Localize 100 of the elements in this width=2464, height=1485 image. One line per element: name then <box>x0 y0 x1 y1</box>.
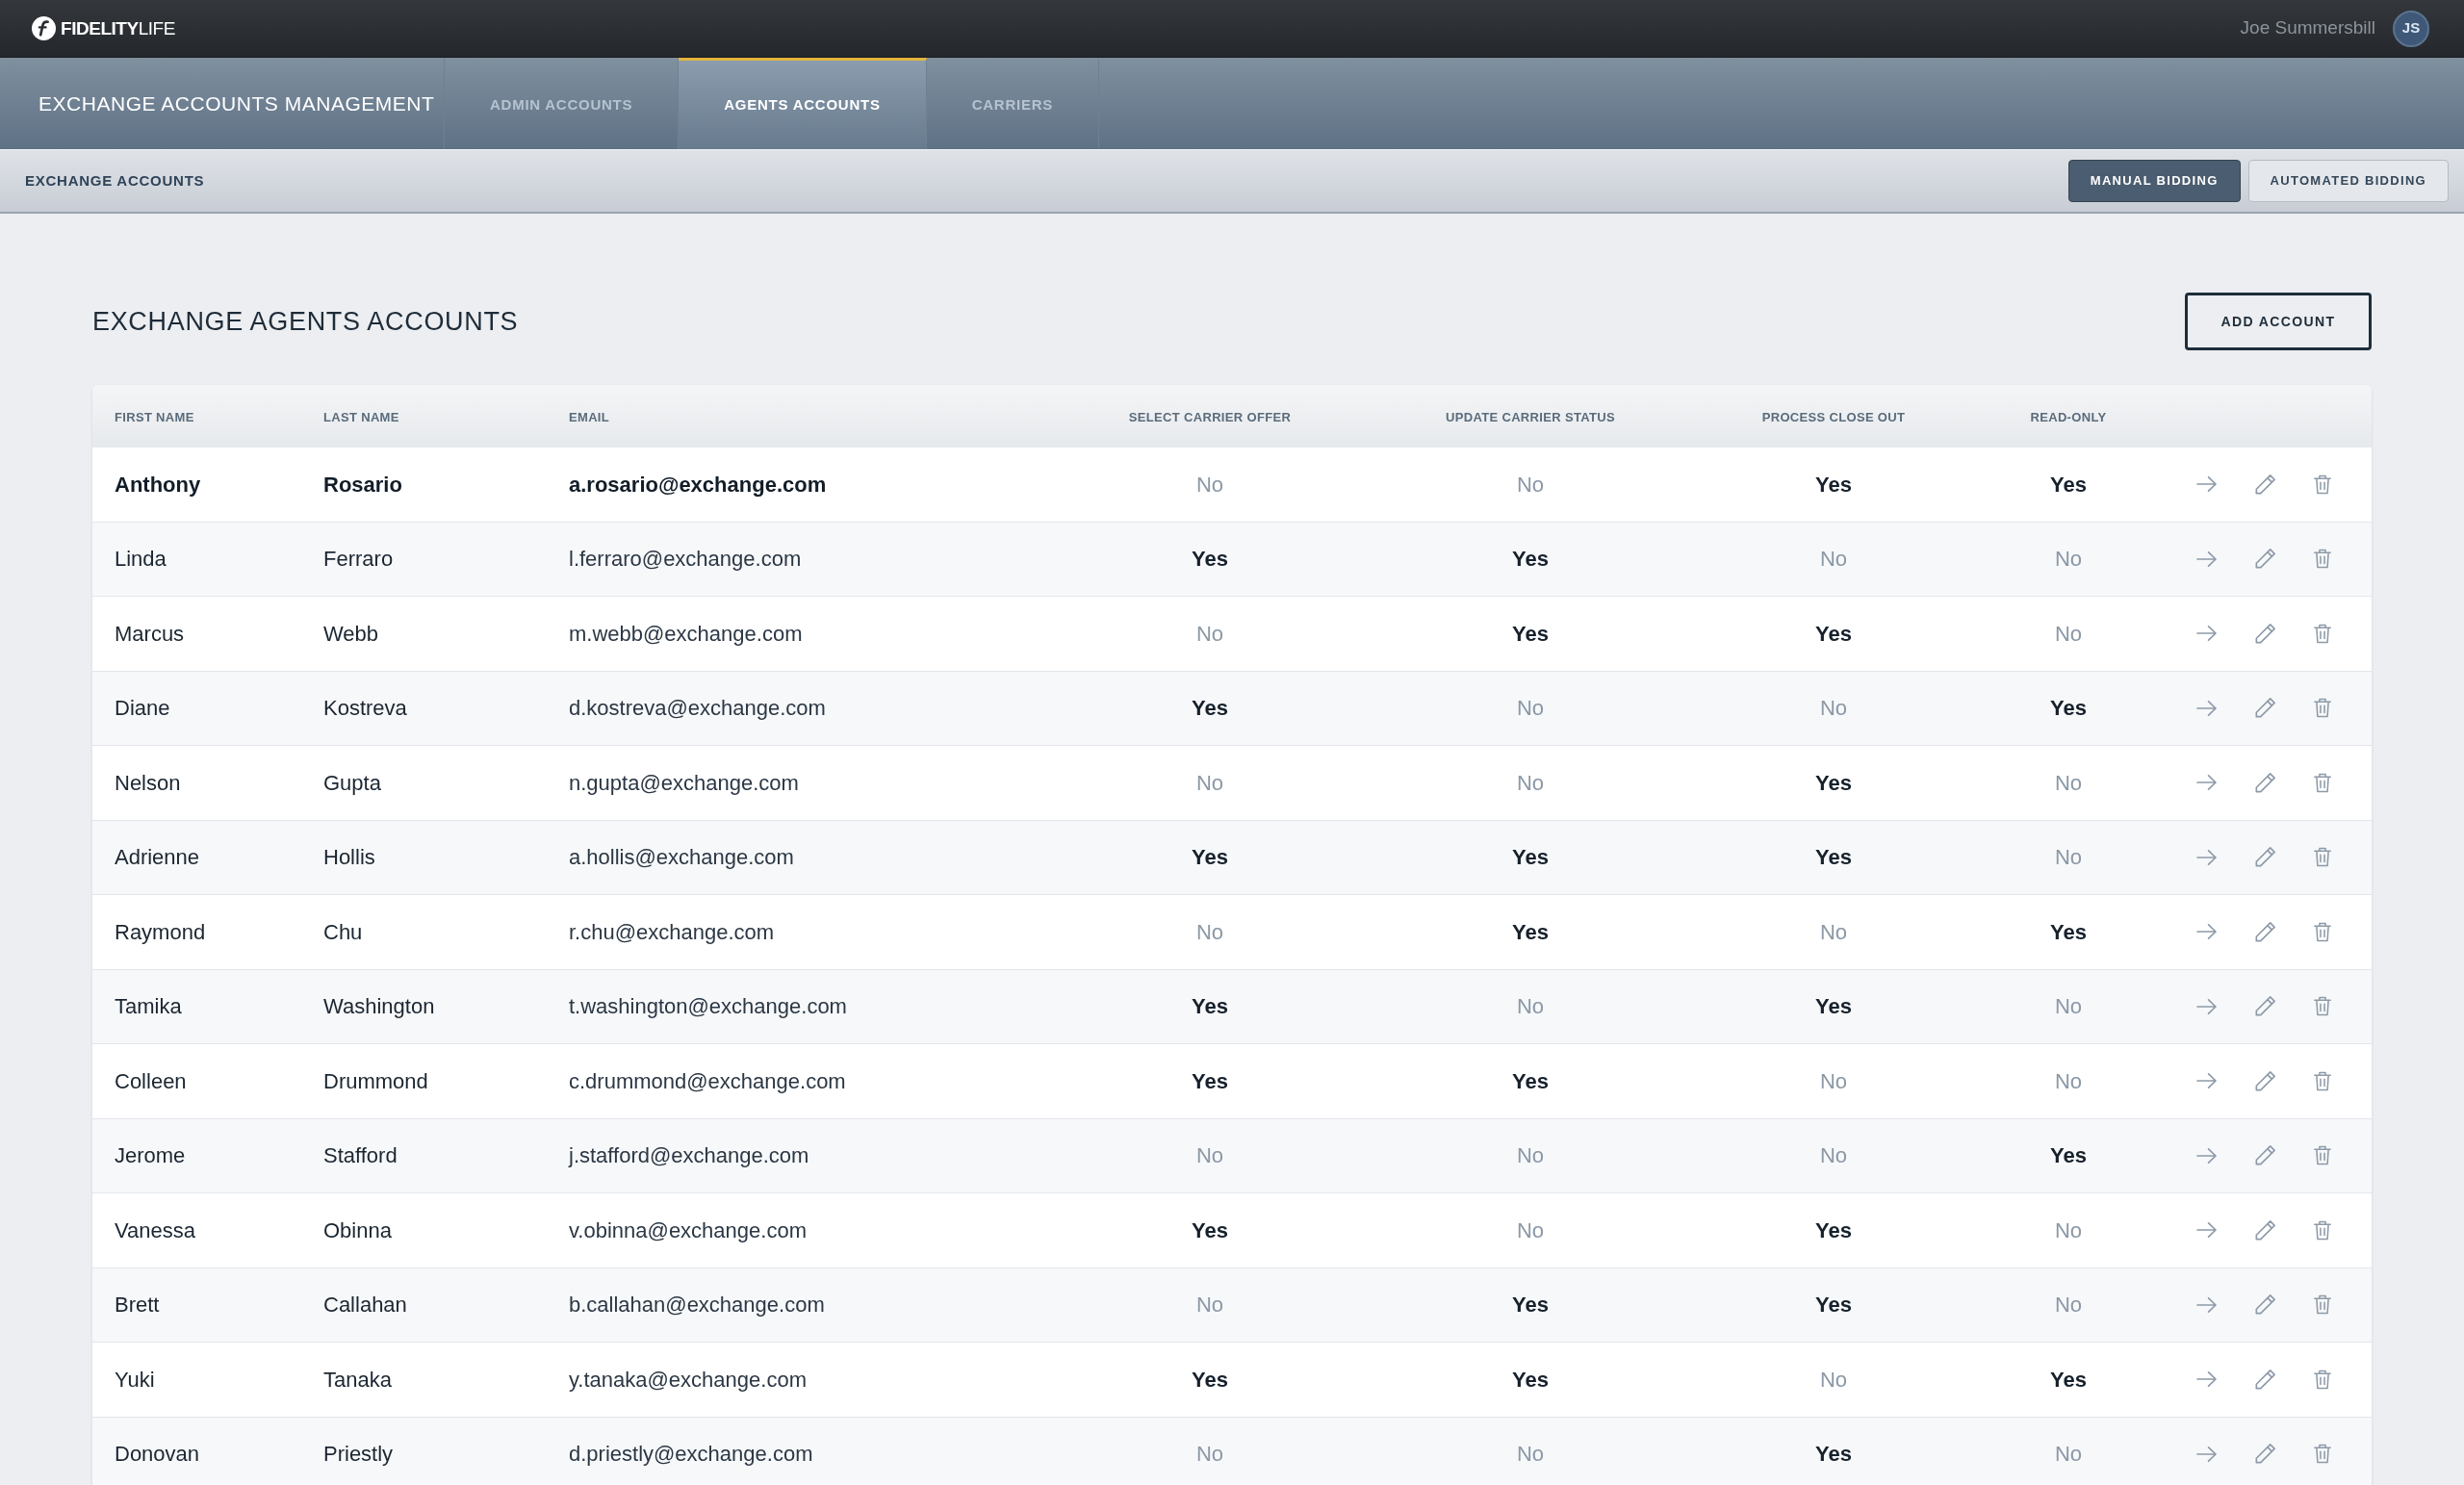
permission-value: Yes <box>1815 1293 1852 1318</box>
trash-icon[interactable] <box>2314 474 2331 495</box>
column-header: EMAIL <box>569 409 610 424</box>
permission-value: Yes <box>1815 770 1852 795</box>
email: j.stafford@exchange.com <box>569 1143 809 1168</box>
permission-value: Yes <box>1512 1367 1549 1392</box>
permission-value: Yes <box>1512 845 1549 870</box>
last-name: Washington <box>323 994 435 1019</box>
arrow-right-icon[interactable] <box>2196 1222 2217 1239</box>
first-name: Raymond <box>115 919 206 944</box>
trash-icon[interactable] <box>2314 1369 2331 1390</box>
table-row[interactable]: Anthony Rosario a.rosario@exchange.com No No Yes Yes <box>92 448 2372 523</box>
arrow-right-icon[interactable] <box>2196 1147 2217 1164</box>
email: a.rosario@exchange.com <box>569 472 827 497</box>
pencil-icon[interactable] <box>2255 921 2275 942</box>
permission-value: Yes <box>1815 845 1852 870</box>
pencil-icon[interactable] <box>2255 474 2275 495</box>
pencil-icon[interactable] <box>2255 698 2275 719</box>
last-name: Obinna <box>323 1217 392 1242</box>
arrow-right-icon[interactable] <box>2196 700 2217 716</box>
table-row[interactable]: Raymond Chu r.chu@exchange.com No Yes No Yes <box>92 895 2372 970</box>
permission-value: No <box>2054 621 2083 646</box>
pencil-icon[interactable] <box>2255 1444 2275 1465</box>
trash-icon[interactable] <box>2314 1145 2331 1166</box>
permission-value: No <box>1195 472 1224 497</box>
table-row[interactable]: Adrienne Hollis a.hollis@exchange.com Yes Yes Yes No <box>92 820 2372 895</box>
table-row[interactable]: Brett Callahan b.callahan@exchange.com No Yes Yes No <box>92 1267 2372 1343</box>
permission-value: Yes <box>2050 472 2087 497</box>
app-title: EXCHANGE ACCOUNTS MANAGEMENT <box>38 90 435 116</box>
bidding-mode-button[interactable]: MANUAL BIDDING <box>2067 160 2241 202</box>
permission-value: Yes <box>1815 1442 1852 1467</box>
table-row[interactable]: Tamika Washington t.washington@exchange.com Yes No Yes No <box>92 969 2372 1044</box>
arrow-right-icon[interactable] <box>2196 1446 2217 1462</box>
pencil-icon[interactable] <box>2255 847 2275 868</box>
permission-value: No <box>2054 1293 2083 1318</box>
column-header: READ-ONLY <box>2030 409 2107 424</box>
add-account-button[interactable]: ADD ACCOUNT <box>2185 293 2372 350</box>
last-name: Webb <box>323 621 379 646</box>
permission-value: No <box>2054 994 2083 1019</box>
table-row[interactable]: Yuki Tanaka y.tanaka@exchange.com Yes Yes No Yes <box>92 1343 2372 1418</box>
permission-value: Yes <box>1192 696 1228 721</box>
first-name: Linda <box>115 547 167 572</box>
column-header: FIRST NAME <box>115 409 194 424</box>
permission-value: Yes <box>1192 845 1228 870</box>
email: l.ferraro@exchange.com <box>569 547 802 572</box>
pencil-icon[interactable] <box>2255 996 2275 1017</box>
bidding-mode-button[interactable]: AUTOMATED BIDDING <box>2247 160 2449 202</box>
arrow-right-icon[interactable] <box>2196 998 2217 1014</box>
trash-icon[interactable] <box>2314 772 2331 793</box>
logo-text: FIDELITYLIFE <box>61 19 175 38</box>
trash-icon[interactable] <box>2314 698 2331 719</box>
pencil-icon[interactable] <box>2255 1369 2275 1390</box>
arrow-right-icon[interactable] <box>2196 924 2217 940</box>
table-row[interactable]: Jerome Stafford j.stafford@exchange.com No No No Yes <box>92 1118 2372 1193</box>
table-row[interactable]: Vanessa Obinna v.obinna@exchange.com Yes No Yes No <box>92 1193 2372 1268</box>
arrow-right-icon[interactable] <box>2196 1073 2217 1089</box>
arrow-right-icon[interactable] <box>2196 1296 2217 1313</box>
last-name: Priestly <box>323 1442 394 1467</box>
trash-icon[interactable] <box>2314 1070 2331 1091</box>
trash-icon[interactable] <box>2314 1219 2331 1241</box>
table-row[interactable]: Nelson Gupta n.gupta@exchange.com No No Yes No <box>92 746 2372 821</box>
pencil-icon[interactable] <box>2255 1145 2275 1166</box>
first-name: Colleen <box>115 1068 187 1093</box>
arrow-right-icon[interactable] <box>2196 1371 2217 1388</box>
arrow-right-icon[interactable] <box>2196 476 2217 493</box>
table-row[interactable]: Marcus Webb m.webb@exchange.com No Yes Yes No <box>92 597 2372 672</box>
trash-icon[interactable] <box>2314 921 2331 942</box>
trash-icon[interactable] <box>2314 1444 2331 1465</box>
pencil-icon[interactable] <box>2255 1294 2275 1316</box>
pencil-icon[interactable] <box>2255 1219 2275 1241</box>
table-row[interactable]: Linda Ferraro l.ferraro@exchange.com Yes Yes No No <box>92 522 2372 597</box>
trash-icon[interactable] <box>2314 549 2331 570</box>
permission-value: No <box>2054 845 2083 870</box>
permission-value: No <box>1516 770 1545 795</box>
first-name: Adrienne <box>115 845 200 870</box>
permission-value: Yes <box>1815 994 1852 1019</box>
pencil-icon[interactable] <box>2255 1070 2275 1091</box>
table-row[interactable]: Colleen Drummond c.drummond@exchange.com Yes Yes No No <box>92 1044 2372 1119</box>
table-row[interactable]: Donovan Priestly d.priestly@exchange.com No No Yes No <box>92 1417 2372 1485</box>
arrow-right-icon[interactable] <box>2196 849 2217 865</box>
trash-icon[interactable] <box>2314 623 2331 644</box>
arrow-right-icon[interactable] <box>2196 775 2217 791</box>
last-name: Hollis <box>323 845 375 870</box>
permission-value: No <box>1516 994 1545 1019</box>
first-name: Jerome <box>115 1143 186 1168</box>
trash-icon[interactable] <box>2314 1294 2331 1316</box>
permission-value: Yes <box>1192 1217 1228 1242</box>
pencil-icon[interactable] <box>2255 623 2275 644</box>
arrow-right-icon[interactable] <box>2196 550 2217 567</box>
arrow-right-icon[interactable] <box>2196 626 2217 642</box>
table-row[interactable]: Diane Kostreva d.kostreva@exchange.com Yes No No Yes <box>92 671 2372 746</box>
user-avatar[interactable]: JS <box>2393 10 2429 47</box>
column-header: SELECT CARRIER OFFER <box>1128 409 1292 424</box>
pencil-icon[interactable] <box>2255 772 2275 793</box>
email: c.drummond@exchange.com <box>569 1068 846 1093</box>
nav-tab[interactable]: AGENTS ACCOUNTS <box>679 58 927 149</box>
trash-icon[interactable] <box>2314 847 2331 868</box>
pencil-icon[interactable] <box>2255 549 2275 570</box>
section-title: EXCHANGE ACCOUNTS <box>25 170 205 191</box>
trash-icon[interactable] <box>2314 996 2331 1017</box>
